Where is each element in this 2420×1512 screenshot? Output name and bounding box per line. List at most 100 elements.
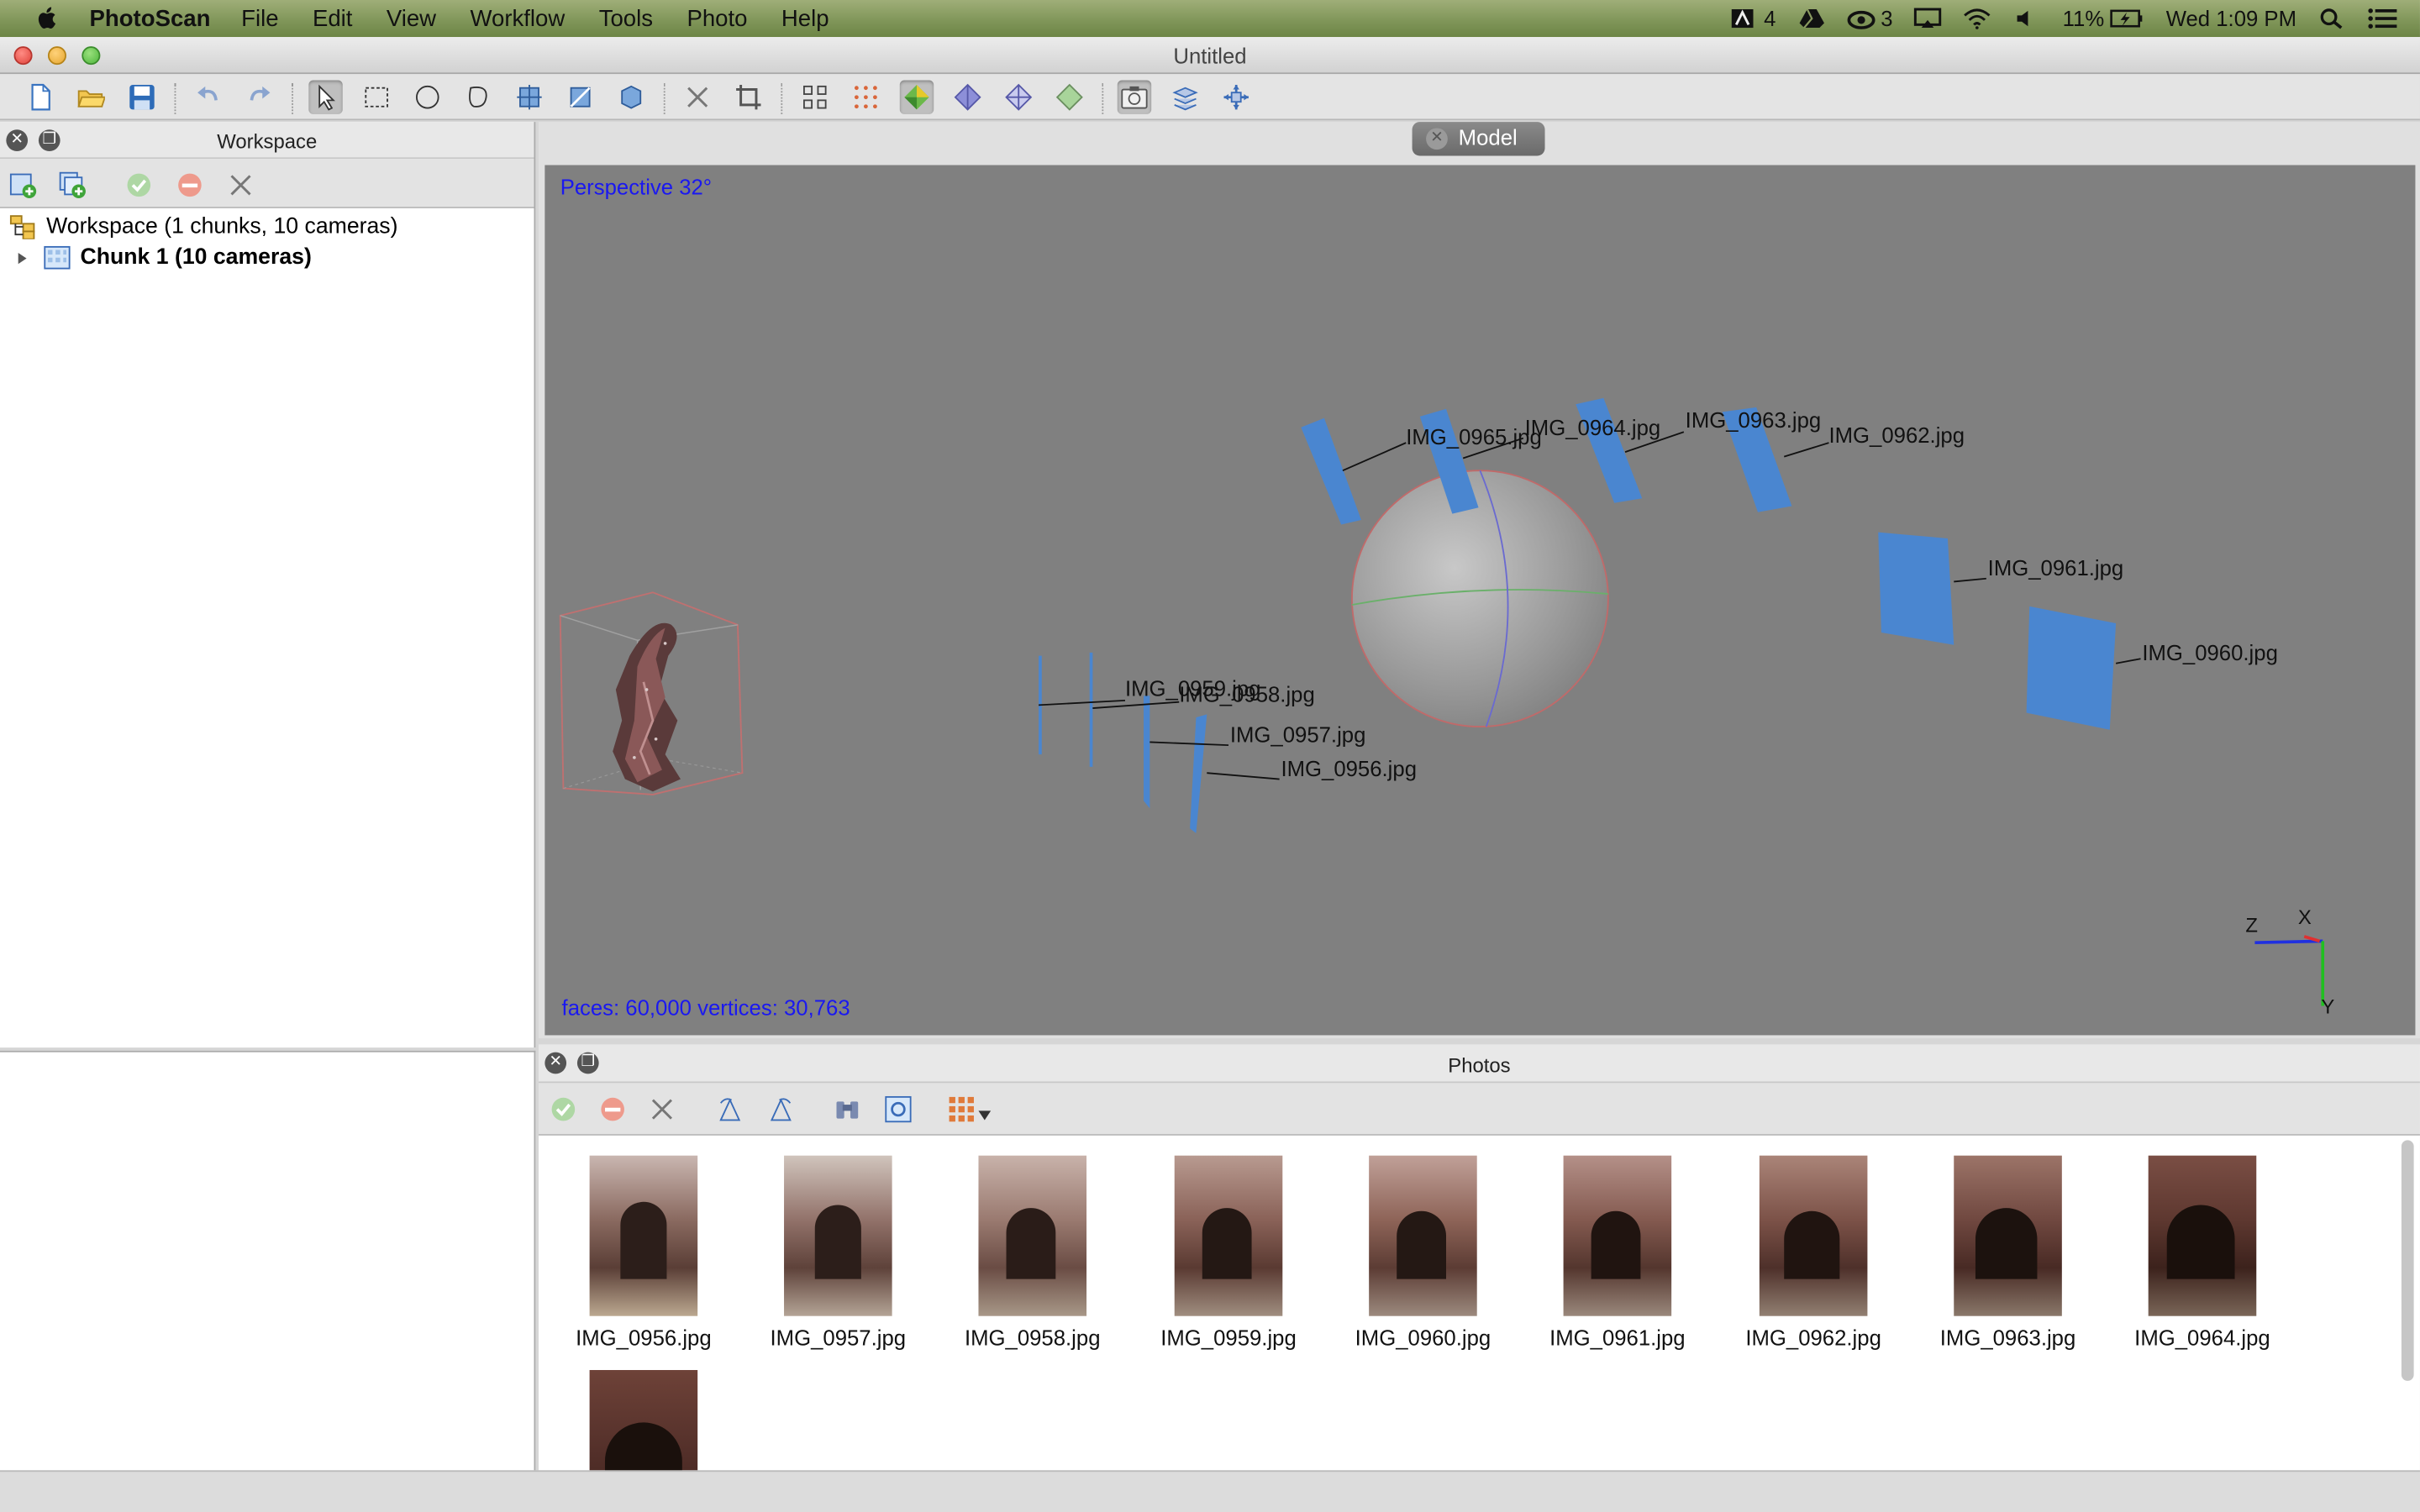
add-photos-icon[interactable]	[57, 170, 88, 201]
camera-label-0958[interactable]: IMG_0958.jpg	[1179, 682, 1315, 706]
photo-thumbnail[interactable]: IMG_0960.jpg	[1338, 1155, 1507, 1350]
menu-help[interactable]: Help	[781, 5, 829, 31]
axis-label-y: Y	[2321, 995, 2335, 1019]
battery-status-item[interactable]: 11%	[2063, 6, 2144, 31]
spotlight-search-icon[interactable]	[2318, 8, 2346, 29]
model-viewport[interactable]: Perspective 32° IMG_0965.jpg IMG_0964.jp…	[544, 165, 2416, 1036]
open-folder-icon[interactable]	[74, 81, 108, 114]
remove-photos-icon[interactable]	[647, 1094, 678, 1125]
expand-chunk-icon[interactable]	[13, 249, 31, 267]
rectangle-selection-icon[interactable]	[360, 81, 393, 114]
menubar-clock[interactable]: Wed 1:09 PM	[2166, 6, 2296, 30]
tree-item-chunk[interactable]: Chunk 1 (10 cameras)	[0, 242, 534, 273]
delete-selection-icon[interactable]	[681, 81, 714, 114]
main-toolbar	[0, 74, 2420, 121]
add-chunk-icon[interactable]	[8, 170, 39, 201]
shaded-model-icon[interactable]	[899, 80, 934, 114]
wifi-icon[interactable]	[1964, 8, 1991, 29]
photos-grid: IMG_0956.jpg IMG_0957.jpg IMG_0958.jpg I…	[539, 1137, 2391, 1471]
menu-view[interactable]: View	[387, 5, 436, 31]
google-drive-icon[interactable]	[1797, 8, 1825, 29]
projection-label: Perspective 32°	[560, 174, 713, 199]
point-cloud-icon[interactable]	[849, 81, 882, 114]
camera-label-0962[interactable]: IMG_0962.jpg	[1828, 423, 1965, 447]
notification-center-icon[interactable]	[2367, 8, 2398, 29]
tree-item-workspace[interactable]: Workspace (1 chunks, 10 cameras)	[0, 212, 534, 243]
photos-scrollbar[interactable]	[2401, 1140, 2414, 1381]
menu-file[interactable]: File	[241, 5, 278, 31]
camera-label-0961[interactable]: IMG_0961.jpg	[1988, 555, 2124, 580]
camera-label-0963[interactable]: IMG_0963.jpg	[1686, 407, 1822, 432]
circle-selection-icon[interactable]	[411, 81, 445, 114]
camera-label-0965[interactable]: IMG_0965.jpg	[1406, 424, 1542, 449]
rotate-right-icon[interactable]	[765, 1094, 797, 1125]
camera-plane-0965	[1301, 417, 1361, 525]
creative-cloud-status-item[interactable]: 3	[1846, 6, 1893, 31]
resize-region-icon[interactable]	[563, 81, 597, 114]
binoculars-icon[interactable]	[832, 1094, 863, 1125]
textured-model-icon[interactable]	[1053, 81, 1086, 114]
photo-image	[2148, 1155, 2257, 1316]
camera-label-0964[interactable]: IMG_0964.jpg	[1525, 415, 1661, 439]
show-region-icon[interactable]	[1168, 81, 1202, 114]
navigation-pointer-icon[interactable]	[308, 80, 343, 114]
camera-label-0956[interactable]: IMG_0956.jpg	[1281, 756, 1417, 780]
model-view-tab[interactable]: ✕ Model	[1412, 122, 1545, 156]
solid-model-icon[interactable]	[950, 81, 984, 114]
new-document-icon[interactable]	[24, 81, 57, 114]
rotate-region-icon[interactable]	[614, 81, 648, 114]
photo-thumbnail[interactable]: IMG_0956.jpg	[559, 1155, 729, 1350]
workspace-tree: Workspace (1 chunks, 10 cameras) Chunk 1…	[0, 212, 534, 273]
apple-logo-icon[interactable]	[31, 5, 65, 33]
camera-label-0960[interactable]: IMG_0960.jpg	[2142, 640, 2278, 664]
adobe-icon	[1731, 9, 1754, 29]
enable-photos-icon[interactable]	[548, 1094, 579, 1125]
model-stats: faces: 60,000 vertices: 30,763	[561, 995, 850, 1021]
photo-thumbnail[interactable]: IMG_0964.jpg	[2118, 1155, 2287, 1350]
photo-thumbnail[interactable]: IMG_0958.jpg	[948, 1155, 1118, 1350]
save-icon[interactable]	[125, 81, 159, 114]
reset-view-icon[interactable]	[1219, 81, 1253, 114]
close-tab-icon[interactable]: ✕	[1426, 128, 1448, 150]
menu-app-name[interactable]: PhotoScan	[90, 5, 211, 31]
move-region-icon[interactable]	[513, 81, 546, 114]
trackball-sphere[interactable]	[1351, 470, 1609, 728]
wireframe-model-icon[interactable]	[1002, 81, 1035, 114]
window-title-bar[interactable]: Untitled	[0, 37, 2420, 75]
workspace-icon	[9, 215, 35, 239]
volume-icon[interactable]	[2013, 8, 2041, 29]
menu-tools[interactable]: Tools	[599, 5, 653, 31]
disable-cameras-icon[interactable]	[175, 170, 206, 201]
photo-thumbnail[interactable]	[559, 1369, 729, 1471]
reset-filter-icon[interactable]	[883, 1094, 914, 1125]
photo-thumbnail[interactable]: IMG_0963.jpg	[1923, 1155, 2093, 1350]
disable-photos-icon[interactable]	[597, 1094, 629, 1125]
menu-photo[interactable]: Photo	[687, 5, 747, 31]
view-mode-dropdown-icon[interactable]	[946, 1094, 996, 1125]
adobe-status-item[interactable]: 4	[1730, 6, 1776, 31]
photo-thumbnail[interactable]: IMG_0959.jpg	[1144, 1155, 1313, 1350]
status-bar	[0, 1470, 2420, 1512]
airplay-icon[interactable]	[1914, 8, 1943, 29]
tree-label-chunk: Chunk 1 (10 cameras)	[80, 245, 312, 270]
cc-count: 3	[1881, 6, 1893, 31]
photos-panel: ✕ ❐ Photos IMG_0956.jpg IMG_0957.jpg IMG…	[539, 1044, 2420, 1471]
redo-icon[interactable]	[242, 81, 276, 114]
undo-icon[interactable]	[192, 81, 225, 114]
photo-image	[1369, 1155, 1477, 1316]
enable-cameras-icon[interactable]	[124, 170, 155, 201]
camera-view-icon[interactable]	[1117, 80, 1152, 114]
model-view-panel: Perspective 32° IMG_0965.jpg IMG_0964.jp…	[539, 122, 2420, 1039]
show-cameras-icon[interactable]	[798, 81, 832, 114]
camera-label-0957[interactable]: IMG_0957.jpg	[1230, 722, 1366, 747]
menu-edit[interactable]: Edit	[313, 5, 352, 31]
menu-workflow[interactable]: Workflow	[471, 5, 566, 31]
free-form-selection-icon[interactable]	[461, 81, 495, 114]
photo-thumbnail[interactable]: IMG_0957.jpg	[753, 1155, 923, 1350]
point-cloud-model[interactable]	[613, 622, 681, 792]
photo-thumbnail[interactable]: IMG_0961.jpg	[1533, 1155, 1702, 1350]
rotate-left-icon[interactable]	[714, 1094, 745, 1125]
remove-items-icon[interactable]	[225, 170, 256, 201]
photo-thumbnail[interactable]: IMG_0962.jpg	[1728, 1155, 1898, 1350]
crop-selection-icon[interactable]	[732, 81, 765, 114]
